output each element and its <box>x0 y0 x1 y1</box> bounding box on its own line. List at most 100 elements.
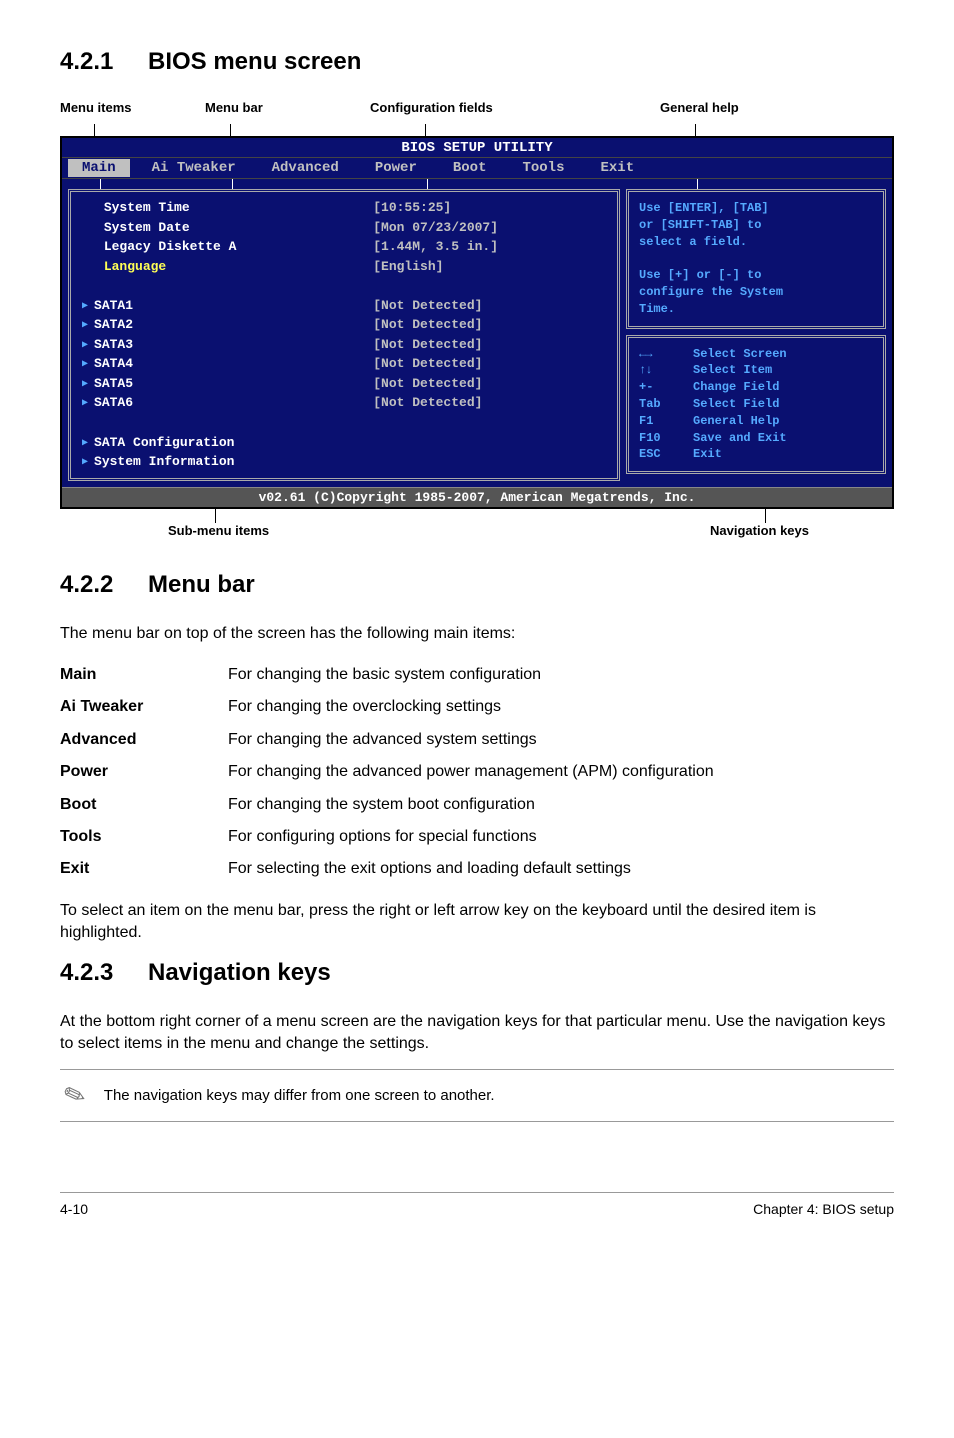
label-menu-bar: Menu bar <box>205 100 263 115</box>
definition-row: ExitFor selecting the exit options and l… <box>60 853 894 885</box>
bios-nav-desc: Select Field <box>693 396 779 413</box>
bios-nav-key: F1 <box>639 413 693 430</box>
bios-tab-power[interactable]: Power <box>361 159 431 177</box>
bios-item-label[interactable]: SATA2 <box>81 315 353 335</box>
bios-help-line: Use [ENTER], [TAB] <box>639 200 873 217</box>
section-number: 4.2.1 <box>60 48 148 76</box>
label-general-help: General help <box>660 100 739 115</box>
definition-row: ToolsFor configuring options for special… <box>60 821 894 853</box>
bios-nav-key-row: +-Change Field <box>639 379 873 396</box>
bios-tab-ai-tweaker[interactable]: Ai Tweaker <box>138 159 250 177</box>
bios-nav-desc: General Help <box>693 413 779 430</box>
definition-term: Main <box>60 659 228 691</box>
bios-help-panel: Use [ENTER], [TAB]or [SHIFT-TAB] toselec… <box>626 189 886 329</box>
bios-header: BIOS SETUP UTILITY <box>62 138 892 157</box>
bios-nav-key: ←→ <box>639 346 693 363</box>
bios-item-label[interactable]: System Time <box>81 198 353 218</box>
menu-bar-definitions: MainFor changing the basic system config… <box>60 659 894 886</box>
page-footer: 4-10 Chapter 4: BIOS setup <box>60 1192 894 1217</box>
bios-item-label[interactable]: SATA4 <box>81 354 353 374</box>
note-box: ✎ The navigation keys may differ from on… <box>60 1069 894 1122</box>
nav-keys-body: At the bottom right corner of a menu scr… <box>60 1011 894 1056</box>
definition-term: Power <box>60 756 228 788</box>
bios-tab-boot[interactable]: Boot <box>439 159 501 177</box>
bios-item-label[interactable]: SATA1 <box>81 296 353 316</box>
bios-item-label[interactable]: System Date <box>81 218 353 238</box>
bios-item-value: [Not Detected] <box>353 354 607 374</box>
bios-item-label[interactable]: Language <box>81 257 353 277</box>
bios-nav-key: F10 <box>639 430 693 447</box>
bios-help-line: select a field. <box>639 234 873 251</box>
bios-tab-tools[interactable]: Tools <box>508 159 578 177</box>
bios-help-line: configure the System <box>639 284 873 301</box>
section-4-2-1-heading: 4.2.1BIOS menu screen <box>60 48 894 76</box>
definition-desc: For changing the advanced power manageme… <box>228 756 894 788</box>
definition-row: AdvancedFor changing the advanced system… <box>60 724 894 756</box>
diagram-bottom-labels: Sub-menu items Navigation keys <box>60 523 894 545</box>
definition-term: Exit <box>60 853 228 885</box>
label-nav-keys: Navigation keys <box>710 523 809 538</box>
bios-item-value: [Not Detected] <box>353 374 607 394</box>
bios-item-value: [10:55:25] <box>353 198 607 218</box>
bios-item-label[interactable]: SATA6 <box>81 393 353 413</box>
bios-item-value: [Mon 07/23/2007] <box>353 218 607 238</box>
bios-nav-key-row: TabSelect Field <box>639 396 873 413</box>
bios-help-line: Time. <box>639 301 873 318</box>
bios-nav-desc: Select Item <box>693 362 772 379</box>
pencil-icon: ✎ <box>59 1078 90 1115</box>
section-title-text: Navigation keys <box>148 959 331 986</box>
bios-nav-desc: Select Screen <box>693 346 787 363</box>
bios-nav-key-row: ↑↓Select Item <box>639 362 873 379</box>
bios-item-label[interactable]: SATA Configuration <box>81 433 353 453</box>
definition-row: BootFor changing the system boot configu… <box>60 789 894 821</box>
section-4-2-3-heading: 4.2.3Navigation keys <box>60 959 894 987</box>
definition-term: Tools <box>60 821 228 853</box>
bios-item-value: [English] <box>353 257 607 277</box>
bios-item-label[interactable]: Legacy Diskette A <box>81 237 353 257</box>
definition-desc: For configuring options for special func… <box>228 821 894 853</box>
definition-desc: For changing the basic system configurat… <box>228 659 894 691</box>
bios-tab-main[interactable]: Main <box>68 159 130 177</box>
diagram-top-labels: Menu items Menu bar Configuration fields… <box>60 100 894 120</box>
diagram-bottom-stems <box>60 509 894 523</box>
definition-row: Ai TweakerFor changing the overclocking … <box>60 691 894 723</box>
label-submenu-items: Sub-menu items <box>168 523 269 538</box>
bios-tab-advanced[interactable]: Advanced <box>258 159 353 177</box>
section-4-2-2-heading: 4.2.2Menu bar <box>60 571 894 599</box>
note-text: The navigation keys may differ from one … <box>104 1087 495 1104</box>
section-title-text: Menu bar <box>148 571 255 598</box>
menu-bar-outro: To select an item on the menu bar, press… <box>60 900 894 945</box>
page-number: 4-10 <box>60 1201 88 1217</box>
bios-nav-keys-panel: ←→Select Screen↑↓Select Item+-Change Fie… <box>626 335 886 475</box>
bios-tab-exit[interactable]: Exit <box>586 159 648 177</box>
section-number: 4.2.3 <box>60 959 148 987</box>
bios-help-line: Use [+] or [-] to <box>639 267 873 284</box>
definition-row: MainFor changing the basic system config… <box>60 659 894 691</box>
definition-desc: For changing the advanced system setting… <box>228 724 894 756</box>
definition-term: Advanced <box>60 724 228 756</box>
bios-item-label[interactable]: SATA3 <box>81 335 353 355</box>
bios-item-value: [Not Detected] <box>353 393 607 413</box>
bios-tab-bar: Main Ai Tweaker Advanced Power Boot Tool… <box>62 157 892 179</box>
label-config-fields: Configuration fields <box>370 100 493 115</box>
section-number: 4.2.2 <box>60 571 148 599</box>
bios-item-label[interactable]: System Information <box>81 452 353 472</box>
bios-item-value: [Not Detected] <box>353 315 607 335</box>
bios-copyright: v02.61 (C)Copyright 1985-2007, American … <box>62 487 892 507</box>
bios-item-value <box>353 452 607 472</box>
bios-nav-key-row: F10Save and Exit <box>639 430 873 447</box>
bios-nav-key-row: ESCExit <box>639 446 873 463</box>
menu-bar-intro: The menu bar on top of the screen has th… <box>60 623 894 645</box>
bios-help-line <box>639 250 873 267</box>
bios-left-panel: System Time[10:55:25]System Date[Mon 07/… <box>68 189 620 481</box>
section-title-text: BIOS menu screen <box>148 48 361 75</box>
definition-term: Boot <box>60 789 228 821</box>
bios-nav-desc: Change Field <box>693 379 779 396</box>
definition-row: PowerFor changing the advanced power man… <box>60 756 894 788</box>
bios-help-line: or [SHIFT-TAB] to <box>639 217 873 234</box>
label-menu-items: Menu items <box>60 100 132 115</box>
bios-item-label[interactable]: SATA5 <box>81 374 353 394</box>
bios-nav-key: +- <box>639 379 693 396</box>
definition-desc: For selecting the exit options and loadi… <box>228 853 894 885</box>
bios-nav-key-row: ←→Select Screen <box>639 346 873 363</box>
